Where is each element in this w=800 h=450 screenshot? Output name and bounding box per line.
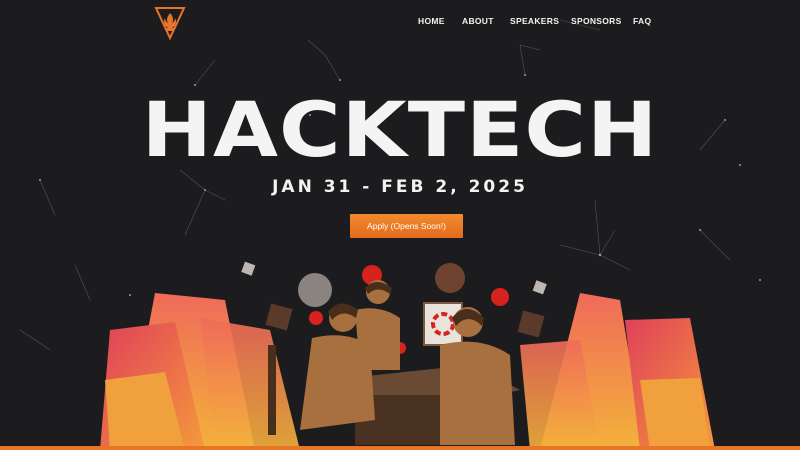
hacktech-logo-icon[interactable] bbox=[154, 6, 186, 40]
footer-accent-bar bbox=[0, 446, 800, 450]
hero-illustration bbox=[100, 261, 715, 450]
nav-sponsors[interactable]: SPONSORS bbox=[571, 16, 622, 26]
nav-about[interactable]: ABOUT bbox=[462, 16, 494, 26]
nav-faq[interactable]: FAQ bbox=[633, 16, 651, 26]
nav-speakers[interactable]: SPEAKERS bbox=[510, 16, 559, 26]
nav-home[interactable]: HOME bbox=[418, 16, 445, 26]
event-date: JAN 31 - FEB 2, 2025 bbox=[272, 177, 528, 197]
hero-title: HACKTECH bbox=[141, 85, 659, 175]
apply-button[interactable]: Apply (Opens Soon!) bbox=[350, 214, 463, 238]
